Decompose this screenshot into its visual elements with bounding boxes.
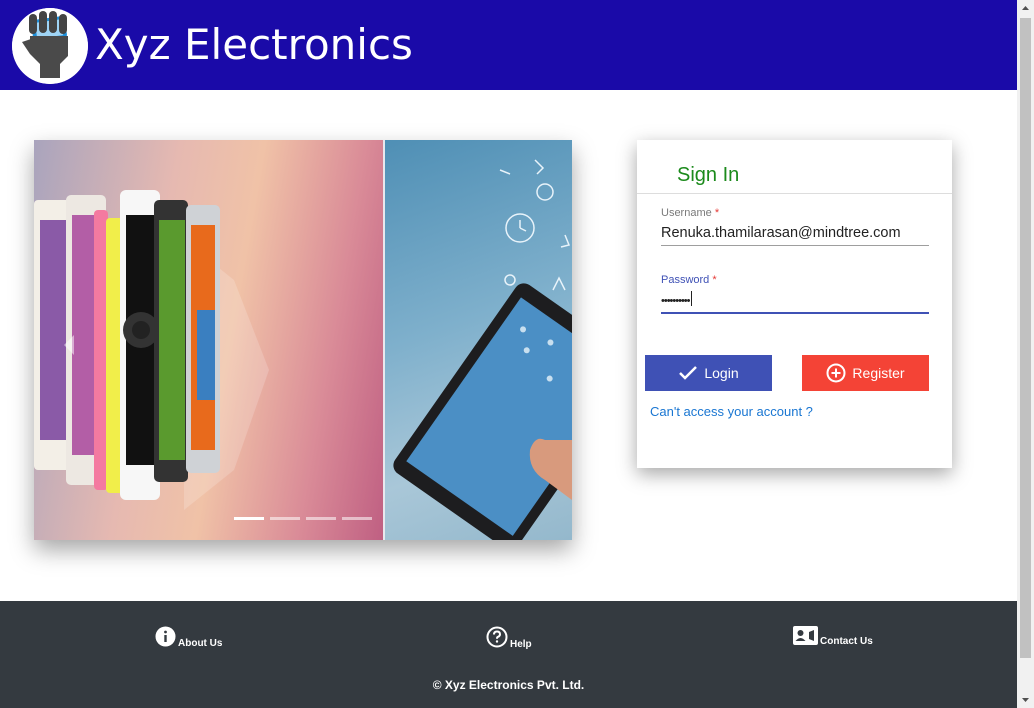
logo-icon[interactable] bbox=[12, 8, 88, 84]
username-underline bbox=[661, 245, 929, 246]
username-input[interactable]: Renuka.thamilarasan@mindtree.com bbox=[661, 225, 929, 241]
login-card: Sign In Username * Renuka.thamilarasan@m… bbox=[637, 140, 952, 468]
contact-us-label: Contact Us bbox=[820, 636, 873, 647]
register-button-label: Register bbox=[852, 365, 905, 381]
password-required-mark: * bbox=[712, 274, 717, 286]
phones-banner-image bbox=[34, 140, 384, 540]
contact-us-link[interactable]: Contact Us bbox=[793, 626, 873, 647]
help-icon bbox=[486, 626, 508, 648]
page: Xyz Electronics Sign In Username * Renuk… bbox=[0, 0, 1034, 708]
login-button-label: Login bbox=[704, 365, 739, 381]
title-divider bbox=[637, 193, 952, 194]
sign-in-title: Sign In bbox=[677, 164, 740, 186]
vertical-scrollbar[interactable] bbox=[1017, 0, 1034, 708]
help-label: Help bbox=[510, 639, 532, 650]
password-label: Password * bbox=[661, 274, 717, 286]
username-required-mark: * bbox=[714, 207, 720, 219]
login-button[interactable]: Login bbox=[645, 355, 772, 391]
footer: About Us Help Contact Us © Xyz Electroni… bbox=[0, 601, 1017, 708]
register-button[interactable]: Register bbox=[802, 355, 929, 391]
info-icon bbox=[155, 626, 176, 647]
brand-title: Xyz Electronics bbox=[95, 20, 413, 69]
scroll-up-arrow-icon[interactable] bbox=[1017, 0, 1034, 17]
password-underline bbox=[661, 312, 929, 314]
carousel-indicator-2[interactable] bbox=[270, 517, 300, 520]
carousel-indicator-3[interactable] bbox=[306, 517, 336, 520]
product-carousel[interactable] bbox=[34, 140, 572, 540]
help-link[interactable]: Help bbox=[486, 626, 532, 650]
text-caret bbox=[690, 291, 692, 306]
check-icon bbox=[679, 366, 698, 380]
password-input[interactable]: •••••••••• bbox=[661, 291, 929, 307]
add-circle-icon bbox=[826, 363, 846, 383]
scroll-down-arrow-icon[interactable] bbox=[1017, 691, 1034, 708]
carousel-indicator-4[interactable] bbox=[342, 517, 372, 520]
contact-card-icon bbox=[793, 626, 818, 645]
hand-phone-image bbox=[385, 140, 572, 540]
carousel-indicator-1[interactable] bbox=[234, 517, 264, 520]
copyright-text: © Xyz Electronics Pvt. Ltd. bbox=[432, 678, 585, 692]
username-label: Username * bbox=[661, 207, 720, 219]
about-us-label: About Us bbox=[178, 638, 223, 649]
scroll-thumb[interactable] bbox=[1020, 18, 1031, 658]
about-us-link[interactable]: About Us bbox=[155, 626, 223, 649]
header-bar: Xyz Electronics bbox=[0, 0, 1017, 90]
cant-access-account-link[interactable]: Can't access your account ? bbox=[650, 404, 813, 419]
